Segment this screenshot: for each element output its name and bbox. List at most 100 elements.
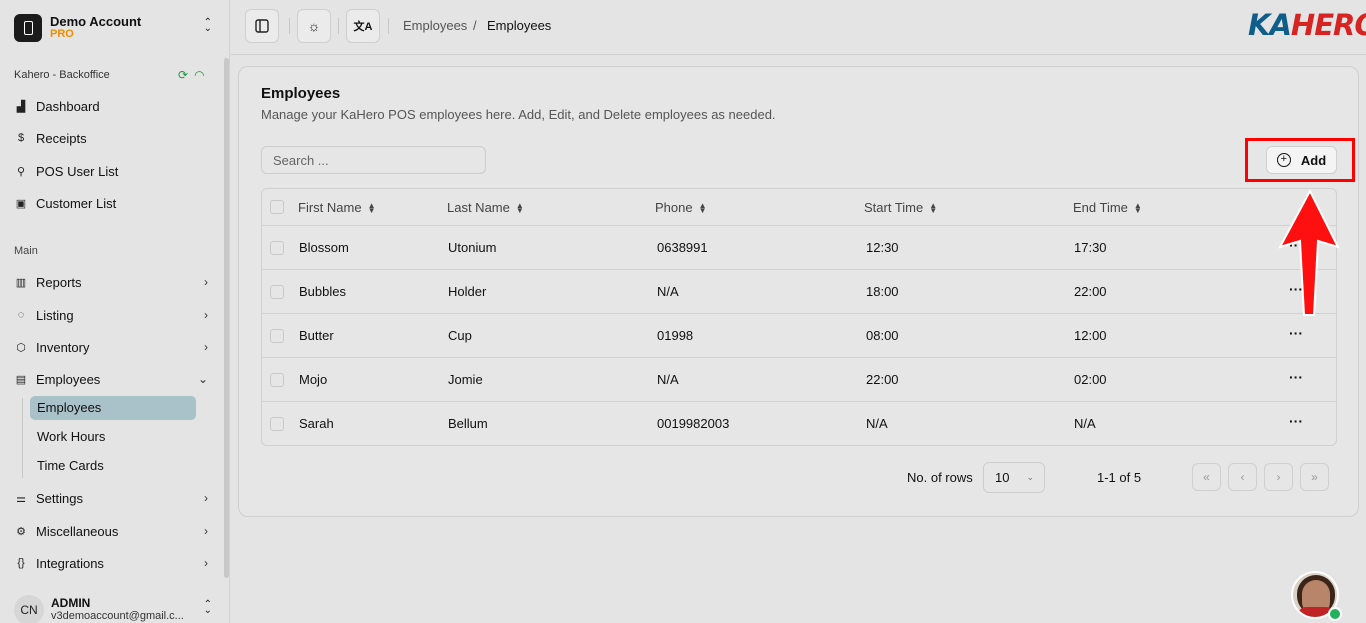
submenu-item-employees[interactable]: Employees — [37, 400, 101, 415]
cell-end-time: 12:00 — [1074, 328, 1107, 343]
cell-last-name: Jomie — [448, 372, 483, 387]
sidebar-item-inventory[interactable]: ⬡ Inventory › — [14, 336, 214, 358]
sort-icon: ▲ ▼ — [698, 200, 707, 215]
column-header-first-name[interactable]: First Name ▲ ▼ — [298, 200, 375, 215]
chevron-right-icon: › — [204, 556, 208, 570]
sidebar-item-settings[interactable]: ⚌ Settings › — [14, 487, 214, 509]
first-page-button[interactable]: « — [1192, 463, 1221, 491]
cell-end-time: 17:30 — [1074, 240, 1107, 255]
theme-toggle-button[interactable]: ☼ — [297, 9, 331, 43]
sidebar-item-label: POS User List — [36, 163, 119, 179]
cell-last-name: Cup — [448, 328, 472, 343]
sidebar-item-customer-list[interactable]: ▣ Customer List — [14, 192, 214, 214]
user-email: v3demoaccount@gmail.c... — [51, 609, 184, 622]
sidebar-icon — [255, 19, 269, 33]
table-row[interactable]: Blossom Utonium 0638991 12:30 17:30 ··· — [262, 226, 1336, 270]
cell-last-name: Holder — [448, 284, 487, 299]
search-input[interactable] — [261, 146, 486, 174]
employees-table: First Name ▲ ▼ Last Name ▲ ▼ Phone ▲ ▼ Start T… — [261, 188, 1337, 446]
page-subtitle: Manage your KaHero POS employees here. A… — [261, 107, 776, 122]
cell-first-name: Butter — [299, 328, 334, 343]
apple-icon: ◌ — [17, 309, 25, 321]
cell-start-time: 08:00 — [866, 328, 899, 343]
chevron-updown-icon: ⌃ ⌄ — [203, 17, 212, 34]
chevron-left-icon: ‹ — [1240, 470, 1245, 484]
user-icon: ⚲ — [16, 165, 26, 178]
sidebar-item-pos-user-list[interactable]: ⚲ POS User List — [14, 160, 214, 182]
sidebar-item-reports[interactable]: ▥ Reports › — [14, 271, 214, 293]
select-all-checkbox[interactable] — [270, 200, 284, 214]
box-icon: ⬡ — [16, 341, 26, 354]
account-plan-badge: PRO — [50, 28, 74, 40]
sidebar-item-label: Settings — [36, 490, 83, 506]
table-row[interactable]: Sarah Bellum 0019982003 N/A N/A ··· — [262, 402, 1336, 445]
cell-start-time: N/A — [866, 416, 888, 431]
submenu-item-time-cards[interactable]: Time Cards — [37, 458, 104, 473]
table-row[interactable]: Butter Cup 01998 08:00 12:00 ··· — [262, 314, 1336, 358]
report-icon: ▥ — [15, 276, 27, 289]
column-header-phone[interactable]: Phone ▲ ▼ — [655, 200, 707, 215]
sidebar-item-receipts[interactable]: $ Receipts — [14, 127, 214, 149]
sidebar-item-employees[interactable]: ▤ Employees ⌄ — [14, 368, 214, 390]
column-header-start-time[interactable]: Start Time ▲ ▼ — [864, 200, 937, 215]
more-actions-icon[interactable]: ··· — [1289, 325, 1303, 341]
user-menu[interactable]: CN ADMIN v3demoaccount@gmail.c... ⌃ ⌄ — [14, 594, 220, 623]
account-switcher[interactable]: Demo Account PRO ⌃ ⌄ — [14, 12, 220, 44]
sidebar: Demo Account PRO ⌃ ⌄ Kahero - Backoffice … — [0, 0, 230, 623]
sort-icon: ▲ ▼ — [367, 200, 376, 215]
top-bar: ☼ 文A Employees / Employees — [231, 0, 1366, 55]
cell-last-name: Bellum — [448, 416, 488, 431]
cell-start-time: 22:00 — [866, 372, 899, 387]
online-status-dot — [1328, 607, 1342, 621]
table-row[interactable]: Mojo Jomie N/A 22:00 02:00 ··· — [262, 358, 1336, 402]
add-employee-button[interactable]: + Add — [1266, 146, 1337, 174]
row-checkbox[interactable] — [270, 373, 284, 387]
annotation-arrow-icon — [1277, 188, 1340, 316]
sidebar-item-dashboard[interactable]: ▟ Dashboard — [14, 95, 214, 117]
wifi-icon: ◠ — [194, 68, 205, 82]
row-checkbox[interactable] — [270, 329, 284, 343]
more-actions-icon[interactable]: ··· — [1289, 369, 1303, 385]
contact-icon: ▣ — [15, 197, 27, 210]
sort-icon: ▲ ▼ — [515, 200, 524, 215]
sidebar-item-listing[interactable]: ◌ Listing › — [14, 304, 214, 326]
more-actions-icon[interactable]: ··· — [1289, 413, 1303, 429]
divider — [388, 18, 389, 34]
cell-phone: 0638991 — [657, 240, 708, 255]
gear-icon: ⚙ — [16, 525, 26, 538]
braces-icon: {} — [17, 557, 25, 569]
sidebar-item-label: Inventory — [36, 339, 90, 355]
toggle-sidebar-button[interactable] — [245, 9, 279, 43]
table-row[interactable]: Bubbles Holder N/A 18:00 22:00 ··· — [262, 270, 1336, 314]
next-page-button[interactable]: › — [1264, 463, 1293, 491]
submenu-line — [22, 398, 23, 478]
sidebar-item-label: Listing — [36, 307, 74, 323]
sliders-icon: ⚌ — [16, 492, 26, 505]
row-checkbox[interactable] — [270, 417, 284, 431]
breadcrumb-separator: / — [473, 18, 477, 33]
sidebar-item-miscellaneous[interactable]: ⚙ Miscellaneous › — [14, 520, 214, 542]
row-checkbox[interactable] — [270, 285, 284, 299]
pagination-range: 1-1 of 5 — [1097, 470, 1142, 485]
previous-page-button[interactable]: ‹ — [1228, 463, 1257, 491]
cell-phone: 01998 — [657, 328, 694, 343]
column-header-last-name[interactable]: Last Name ▲ ▼ — [447, 200, 524, 215]
chevron-right-icon: › — [204, 524, 208, 538]
breadcrumb-parent[interactable]: Employees — [403, 18, 467, 33]
cell-first-name: Sarah — [299, 416, 334, 431]
sidebar-scrollbar[interactable] — [224, 58, 229, 578]
language-button[interactable]: 文A — [346, 9, 380, 43]
page-title: Employees — [261, 85, 341, 102]
column-header-end-time[interactable]: End Time ▲ ▼ — [1073, 200, 1142, 215]
breadcrumb-current: Employees — [487, 18, 552, 33]
cell-start-time: 12:30 — [866, 240, 899, 255]
employees-card: Employees Manage your KaHero POS employe… — [238, 66, 1359, 517]
sync-icon[interactable]: ⟳ — [178, 68, 188, 82]
cell-start-time: 18:00 — [866, 284, 899, 299]
row-checkbox[interactable] — [270, 241, 284, 255]
sidebar-item-label: Dashboard — [36, 98, 100, 114]
sidebar-item-integrations[interactable]: {} Integrations › — [14, 552, 214, 574]
submenu-item-work-hours[interactable]: Work Hours — [37, 429, 105, 444]
last-page-button[interactable]: » — [1300, 463, 1329, 491]
rows-per-page-select[interactable]: 10 ⌄ — [983, 462, 1045, 493]
